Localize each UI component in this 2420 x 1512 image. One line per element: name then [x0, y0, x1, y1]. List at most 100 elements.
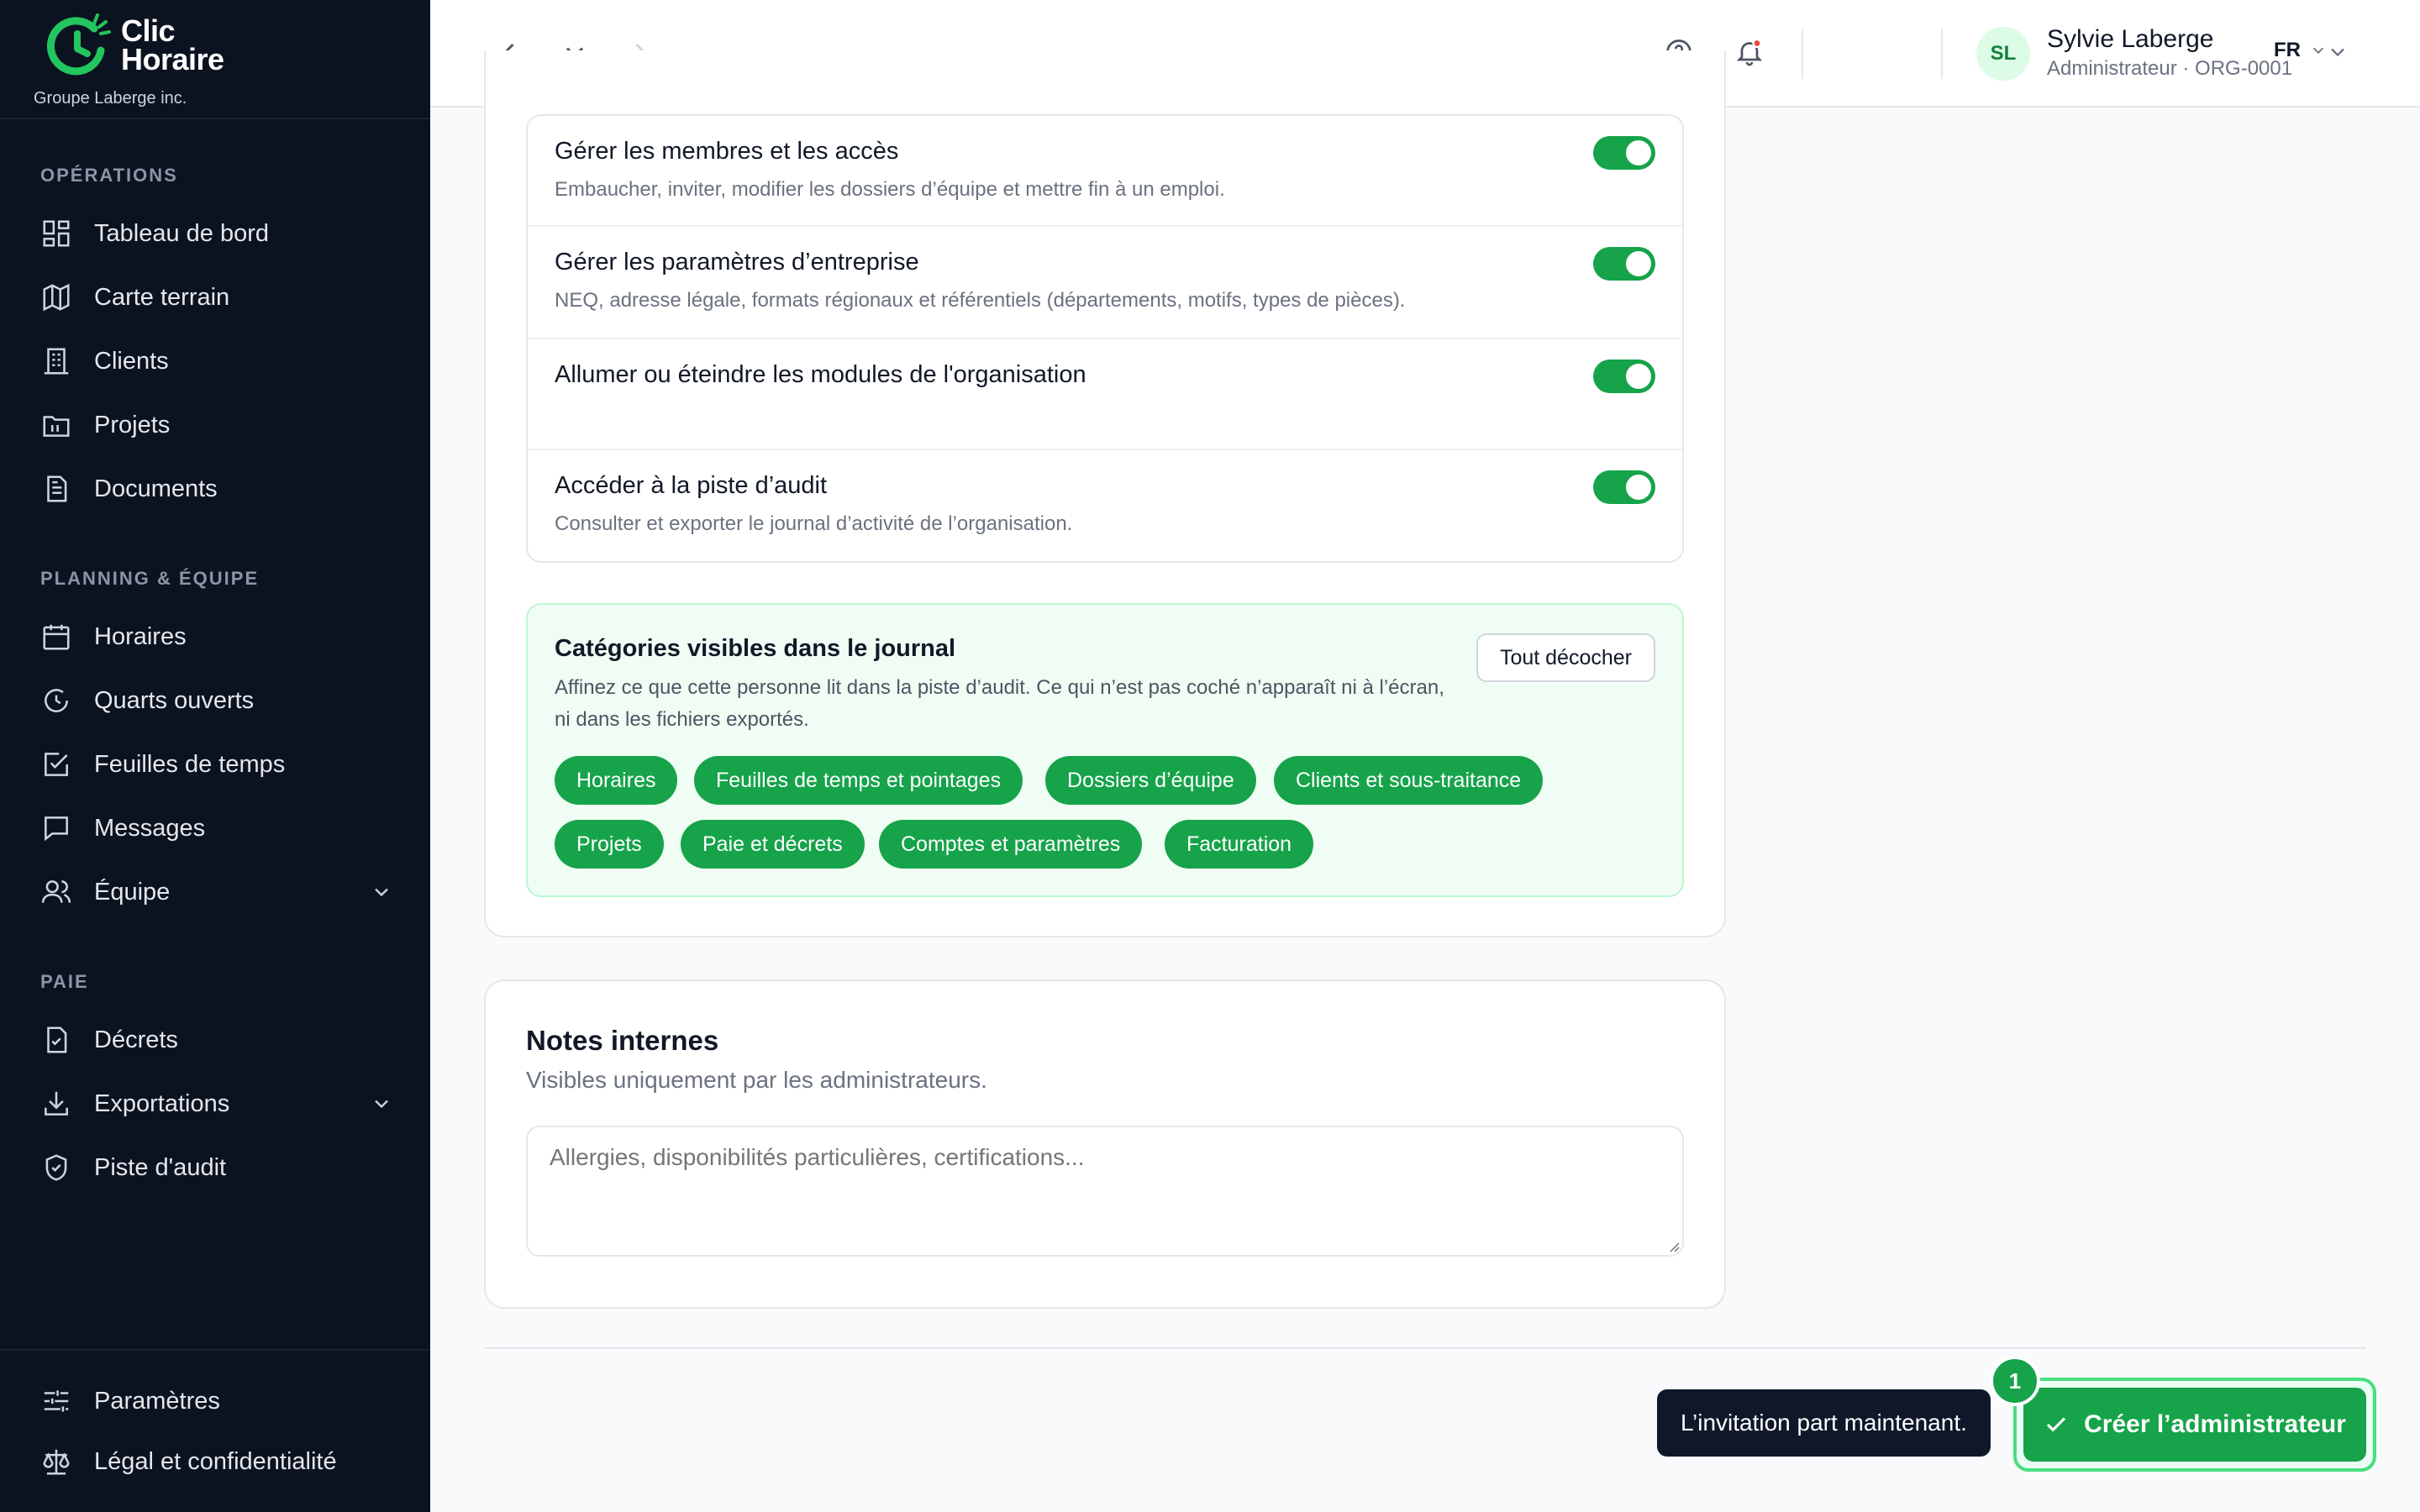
internal-notes-textarea[interactable]: [526, 1126, 1684, 1257]
uncheck-all-button[interactable]: Tout décocher: [1476, 633, 1655, 682]
permission-row: Gérer les paramètres d’entreprise NEQ, a…: [528, 227, 1682, 339]
section-title-operations: OPÉRATIONS: [40, 165, 178, 186]
section-title-paie: PAIE: [40, 971, 89, 992]
notes-subtitle: Visibles uniquement par les administrate…: [526, 1067, 987, 1093]
category-chip[interactable]: Horaires: [555, 756, 678, 805]
download-icon: [45, 1091, 68, 1116]
permission-title: Accéder à la piste d’audit: [555, 472, 828, 499]
sidebar-item-label: Quarts ouverts: [94, 686, 255, 714]
permissions-list: Gérer les membres et les accès Embaucher…: [526, 114, 1684, 563]
permission-row: Accéder à la piste d’audit Consulter et …: [528, 450, 1682, 561]
create-admin-label: Créer l’administrateur: [2084, 1410, 2346, 1438]
sidebar-item-clients[interactable]: Clients: [40, 338, 393, 385]
category-chip[interactable]: Paie et décrets: [681, 820, 865, 869]
permission-row: Allumer ou éteindre les modules de l'org…: [528, 339, 1682, 450]
permission-toggle[interactable]: [1593, 136, 1655, 170]
sidebar-item-decrees[interactable]: Décrets: [40, 1016, 393, 1063]
avatar[interactable]: SL: [1976, 27, 2030, 81]
create-admin-button[interactable]: Créer l’administrateur: [2023, 1388, 2366, 1462]
category-chip[interactable]: Comptes et paramètres: [879, 820, 1143, 869]
journal-categories: Catégories visibles dans le journal Affi…: [526, 603, 1684, 897]
chevron-down-icon: [375, 1100, 388, 1109]
shield-check-icon: [45, 1154, 67, 1181]
calendar-icon: [43, 624, 70, 650]
sidebar-item-label: Messages: [94, 814, 206, 842]
sidebar: Clic Horaire Groupe Laberge inc. OPÉRATI…: [0, 0, 430, 1512]
sidebar-item-label: Projets: [94, 411, 171, 438]
dashboard-icon: [43, 220, 70, 247]
folder-icon: [43, 416, 70, 437]
categories-title: Catégories visibles dans le journal: [555, 635, 956, 662]
sidebar-item-label: Documents: [94, 475, 218, 502]
chevron-down-icon: [375, 888, 388, 897]
sidebar-divider: [0, 1349, 430, 1351]
sidebar-item-documents[interactable]: Documents: [40, 465, 393, 512]
resize-grip-icon[interactable]: [1667, 1240, 1681, 1253]
brand-logo[interactable]: Clic Horaire: [42, 10, 224, 81]
notifications-button[interactable]: [1731, 34, 1768, 71]
bell-icon: [1736, 38, 1763, 66]
sidebar-item-label: Équipe: [94, 878, 171, 906]
permission-desc: Consulter et exporter le journal d’activ…: [555, 512, 1073, 535]
check-icon: [2047, 1417, 2066, 1432]
notes-title: Notes internes: [526, 1025, 719, 1056]
step-badge: 1: [1990, 1356, 2040, 1406]
sidebar-item-schedules[interactable]: Horaires: [40, 613, 393, 660]
document-icon: [47, 475, 67, 502]
permission-title: Allumer ou éteindre les modules de l'org…: [555, 361, 1086, 388]
category-chip[interactable]: Facturation: [1165, 820, 1314, 869]
sidebar-item-label: Carte terrain: [94, 283, 230, 311]
permission-desc: Embaucher, inviter, modifier les dossier…: [555, 178, 1225, 201]
sliders-icon: [44, 1390, 69, 1412]
sidebar-item-label: Décrets: [94, 1026, 178, 1053]
footer-divider: [484, 1347, 2366, 1349]
sidebar-item-exports[interactable]: Exportations: [40, 1080, 393, 1127]
category-chip[interactable]: Feuilles de temps et pointages: [694, 756, 1023, 805]
brand-name-line2: Horaire: [121, 42, 224, 76]
category-chip[interactable]: Dossiers d’équipe: [1045, 756, 1256, 805]
chevron-down-icon: [2312, 47, 2324, 55]
sidebar-item-messages[interactable]: Messages: [40, 805, 393, 852]
chevron-down-icon[interactable]: [2326, 40, 2349, 64]
permission-title: Gérer les membres et les accès: [555, 138, 899, 165]
categories-desc: Affinez ce que cette personne lit dans l…: [555, 676, 1444, 731]
sidebar-item-dashboard[interactable]: Tableau de bord: [40, 210, 393, 257]
sidebar-item-open-shifts[interactable]: Quarts ouverts: [40, 677, 393, 724]
category-chip[interactable]: Clients et sous-traitance: [1274, 756, 1544, 805]
sidebar-item-map[interactable]: Carte terrain: [40, 274, 393, 321]
invitation-tooltip: L’invitation part maintenant.: [1657, 1389, 1991, 1457]
toolbar-separator: [1941, 29, 1943, 79]
clock-icon: [45, 689, 68, 712]
permission-title: Gérer les paramètres d’entreprise: [555, 249, 919, 276]
permission-toggle[interactable]: [1593, 470, 1655, 504]
sidebar-item-label: Exportations: [94, 1089, 230, 1117]
permission-toggle[interactable]: [1593, 247, 1655, 281]
user-name[interactable]: Sylvie Laberge: [2047, 25, 2213, 54]
user-role: Administrateur · ORG-0001: [2047, 57, 2293, 80]
sidebar-item-label: Feuilles de temps: [94, 750, 286, 778]
sidebar-item-legal[interactable]: Légal et confidentialité: [40, 1438, 393, 1485]
sidebar-item-settings[interactable]: Paramètres: [40, 1378, 393, 1425]
permission-row: Gérer les membres et les accès Embaucher…: [528, 116, 1682, 227]
scale-icon: [43, 1449, 70, 1475]
sidebar-item-label: Clients: [94, 347, 169, 375]
sidebar-item-label: Paramètres: [94, 1387, 220, 1415]
toolbar-separator: [1802, 29, 1803, 79]
map-icon: [43, 283, 70, 312]
sidebar-item-projects[interactable]: Projets: [40, 402, 393, 449]
permission-toggle[interactable]: [1593, 360, 1655, 393]
sidebar-item-audit-trail[interactable]: Piste d'audit: [40, 1144, 393, 1191]
org-name: Groupe Laberge inc.: [34, 89, 187, 108]
checklist-icon: [45, 753, 68, 776]
message-icon: [45, 816, 68, 842]
sidebar-item-label: Tableau de bord: [94, 219, 269, 247]
users-icon: [41, 880, 71, 903]
category-chip[interactable]: Projets: [555, 820, 664, 869]
sidebar-item-label: Légal et confidentialité: [94, 1447, 337, 1475]
sidebar-item-team[interactable]: Équipe: [40, 869, 393, 916]
sidebar-item-label: Horaires: [94, 622, 187, 650]
sidebar-item-timesheets[interactable]: Feuilles de temps: [40, 741, 393, 788]
sidebar-item-label: Piste d'audit: [94, 1153, 227, 1181]
decree-icon: [47, 1026, 67, 1053]
section-title-planning: PLANNING & ÉQUIPE: [40, 568, 260, 589]
